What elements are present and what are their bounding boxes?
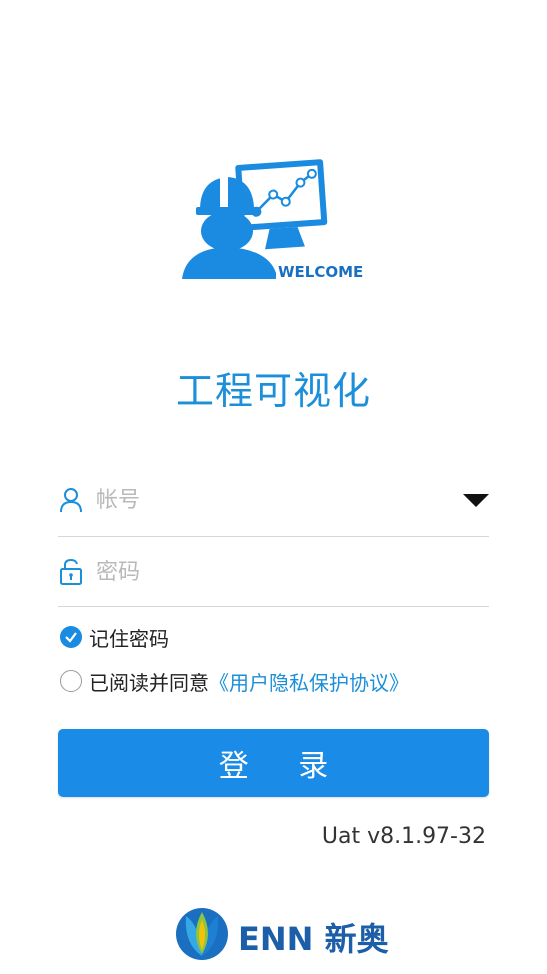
remember-label: 记住密码	[89, 626, 169, 651]
welcome-badge: WELCOME	[278, 263, 364, 281]
privacy-agreement-link[interactable]: 《用户隐私保护协议》	[209, 667, 409, 696]
agreement-checkbox[interactable]	[60, 670, 82, 692]
brand-name: ENN 新奥	[238, 920, 389, 958]
checkmark-icon	[65, 632, 77, 643]
password-input[interactable]	[96, 554, 456, 590]
lock-icon	[60, 558, 82, 585]
password-field	[58, 550, 489, 607]
triangle-down-icon[interactable]	[463, 494, 489, 508]
remember-checkbox[interactable]	[60, 626, 82, 648]
account-field	[58, 472, 489, 537]
version-label: Uat v8.1.97-32	[321, 824, 486, 849]
welcome-illustration: WELCOME	[178, 155, 370, 287]
agreement-prefix: 已阅读并同意	[89, 670, 209, 695]
remember-password-row[interactable]: 记住密码	[60, 624, 169, 651]
login-button[interactable]: 登 录	[58, 729, 489, 797]
user-icon	[60, 488, 82, 513]
account-input[interactable]	[96, 482, 456, 518]
app-title: 工程可视化	[175, 369, 371, 413]
enn-petal-logo-icon	[176, 908, 228, 960]
agreement-row[interactable]: 已阅读并同意 《用户隐私保护协议》	[60, 667, 409, 696]
brand-logo: ENN 新奥	[174, 904, 389, 960]
